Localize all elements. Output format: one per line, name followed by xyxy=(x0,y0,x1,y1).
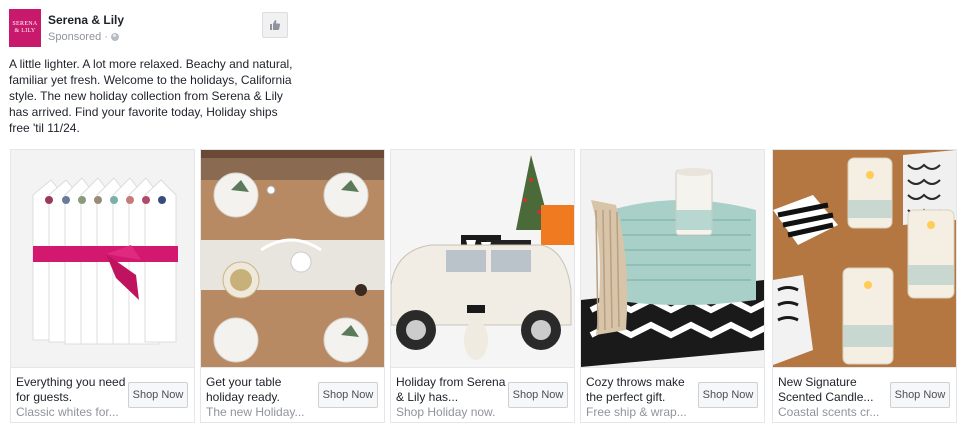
card-footer: New Signature Scented Candle... Coastal … xyxy=(773,367,956,422)
shop-now-button[interactable]: Shop Now xyxy=(508,382,568,408)
card-description: Shop Holiday now. xyxy=(396,405,496,419)
card-image-table[interactable] xyxy=(201,150,384,367)
card-title[interactable]: Everything you need for guests. xyxy=(16,375,126,405)
shop-now-button[interactable]: Shop Now xyxy=(128,382,188,408)
card-title[interactable]: Get your table holiday ready. xyxy=(206,375,316,405)
page-avatar[interactable]: SERENA & LILY xyxy=(9,9,41,47)
card-image-napkins[interactable] xyxy=(11,150,194,367)
carousel-card[interactable]: Get your table holiday ready. The new Ho… xyxy=(200,149,385,423)
like-page-button[interactable] xyxy=(262,12,288,38)
card-image-car[interactable] xyxy=(391,150,574,367)
logo-line-1: SERENA xyxy=(12,21,38,27)
logo-line-2: & LILY xyxy=(14,28,36,34)
card-description: The new Holiday... xyxy=(206,405,305,419)
thumbs-up-icon xyxy=(270,20,281,30)
carousel: Everything you need for guests. Classic … xyxy=(10,149,957,423)
carousel-card[interactable]: Holiday from Serena & Lily has... Shop H… xyxy=(390,149,575,423)
card-image-candles[interactable] xyxy=(773,150,956,367)
shop-now-button[interactable]: Shop Now xyxy=(890,382,950,408)
carousel-card[interactable]: Everything you need for guests. Classic … xyxy=(10,149,195,423)
carousel-card[interactable]: New Signature Scented Candle... Coastal … xyxy=(772,149,957,423)
globe-icon xyxy=(110,33,119,41)
card-image-throw[interactable] xyxy=(581,150,764,367)
card-footer: Everything you need for guests. Classic … xyxy=(11,367,194,422)
sponsored-label: Sponsored · xyxy=(48,31,119,43)
card-title[interactable]: New Signature Scented Candle... xyxy=(778,375,888,405)
sponsored-text: Sponsored · xyxy=(48,31,108,43)
card-description: Coastal scents cr... xyxy=(778,405,880,419)
carousel-card[interactable]: Cozy throws make the perfect gift. Free … xyxy=(580,149,765,423)
card-description: Classic whites for... xyxy=(16,405,119,419)
card-title[interactable]: Holiday from Serena & Lily has... xyxy=(396,375,506,405)
card-title[interactable]: Cozy throws make the perfect gift. xyxy=(586,375,696,405)
card-footer: Cozy throws make the perfect gift. Free … xyxy=(581,367,764,422)
post-header: SERENA & LILY Serena & Lily Sponsored · xyxy=(9,9,949,49)
shop-now-button[interactable]: Shop Now xyxy=(698,382,758,408)
card-description: Free ship & wrap... xyxy=(586,405,687,419)
page-name[interactable]: Serena & Lily xyxy=(48,13,124,27)
card-footer: Holiday from Serena & Lily has... Shop H… xyxy=(391,367,574,422)
post-text: A little lighter. A lot more relaxed. Be… xyxy=(9,57,293,135)
card-footer: Get your table holiday ready. The new Ho… xyxy=(201,367,384,422)
shop-now-button[interactable]: Shop Now xyxy=(318,382,378,408)
